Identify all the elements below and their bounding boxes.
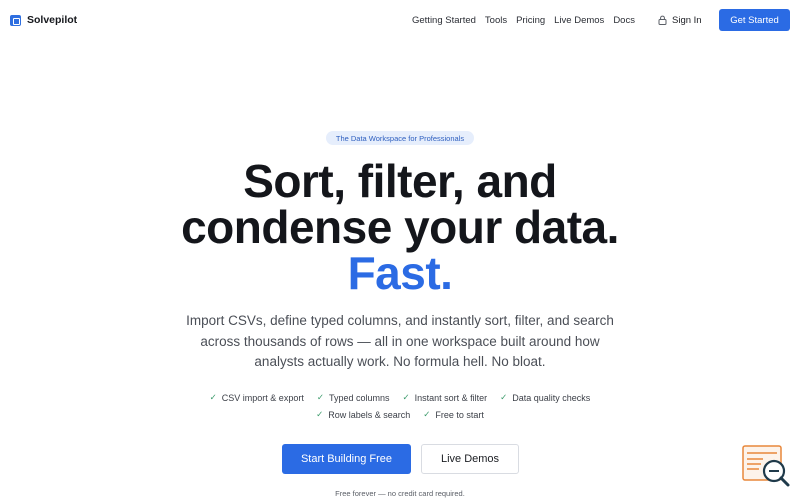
nav-link-pricing[interactable]: Pricing <box>516 15 545 26</box>
brand-logo-link[interactable]: Solvepilot <box>10 14 77 26</box>
feature-item: ✓ Typed columns <box>317 392 390 403</box>
search-doc-icon[interactable] <box>741 444 791 488</box>
check-icon: ✓ <box>500 392 508 402</box>
brand-name: Solvepilot <box>27 14 78 26</box>
check-icon: ✓ <box>316 392 324 402</box>
nav-link-getting-started[interactable]: Getting Started <box>412 15 476 26</box>
headline-accent: Fast. <box>347 247 453 299</box>
nav-link-docs[interactable]: Docs <box>613 15 635 26</box>
feature-label: Row labels & search <box>328 409 411 420</box>
feature-row: ✓ Row labels & search ✓ Free to start <box>0 406 800 423</box>
sign-in-label: Sign In <box>672 14 702 26</box>
no-credit-card-note: Free forever — no credit card required. <box>335 489 465 498</box>
feature-row: ✓ CSV import & export ✓ Typed columns ✓ Ins… <box>0 389 800 406</box>
nav-links: Getting Started Tools Pricing Live Demos… <box>412 0 644 40</box>
feature-label: Free to start <box>435 409 484 420</box>
check-icon: ✓ <box>402 392 410 402</box>
feature-item: ✓ Instant sort & filter <box>402 392 487 403</box>
lock-icon <box>658 15 667 25</box>
feature-item: ✓ Data quality checks <box>500 392 590 403</box>
check-icon: ✓ <box>423 409 431 419</box>
feature-item: ✓ Free to start <box>423 409 484 420</box>
hero-badge: The Data Workspace for Professionals <box>326 131 474 145</box>
logo-icon <box>10 14 21 26</box>
get-started-button[interactable]: Get Started <box>719 9 790 31</box>
nav-link-live-demos[interactable]: Live Demos <box>554 15 604 26</box>
headline-line-2: condense your data. <box>181 201 619 253</box>
start-building-free-button[interactable]: Start Building Free <box>282 444 411 474</box>
hero-subtext: Import CSVs, define typed columns, and i… <box>186 313 614 369</box>
hero-headline: Sort, filter, and condense your data. Fa… <box>0 158 800 296</box>
feature-item: ✓ Row labels & search <box>316 409 410 420</box>
feature-label: Instant sort & filter <box>414 392 488 403</box>
headline-line-1: Sort, filter, and <box>243 155 557 207</box>
feature-label: CSV import & export <box>221 392 304 403</box>
sign-in-link[interactable]: Sign In <box>658 0 702 40</box>
nav-link-tools[interactable]: Tools <box>485 15 507 26</box>
check-icon: ✓ <box>209 392 217 402</box>
feature-label: Data quality checks <box>512 392 591 403</box>
feature-label: Typed columns <box>328 392 390 403</box>
feature-item: ✓ CSV import & export <box>210 392 304 403</box>
check-icon: ✓ <box>316 409 324 419</box>
feature-list: ✓ CSV import & export ✓ Typed columns ✓ Ins… <box>0 389 800 423</box>
live-demos-button[interactable]: Live Demos <box>421 444 519 474</box>
